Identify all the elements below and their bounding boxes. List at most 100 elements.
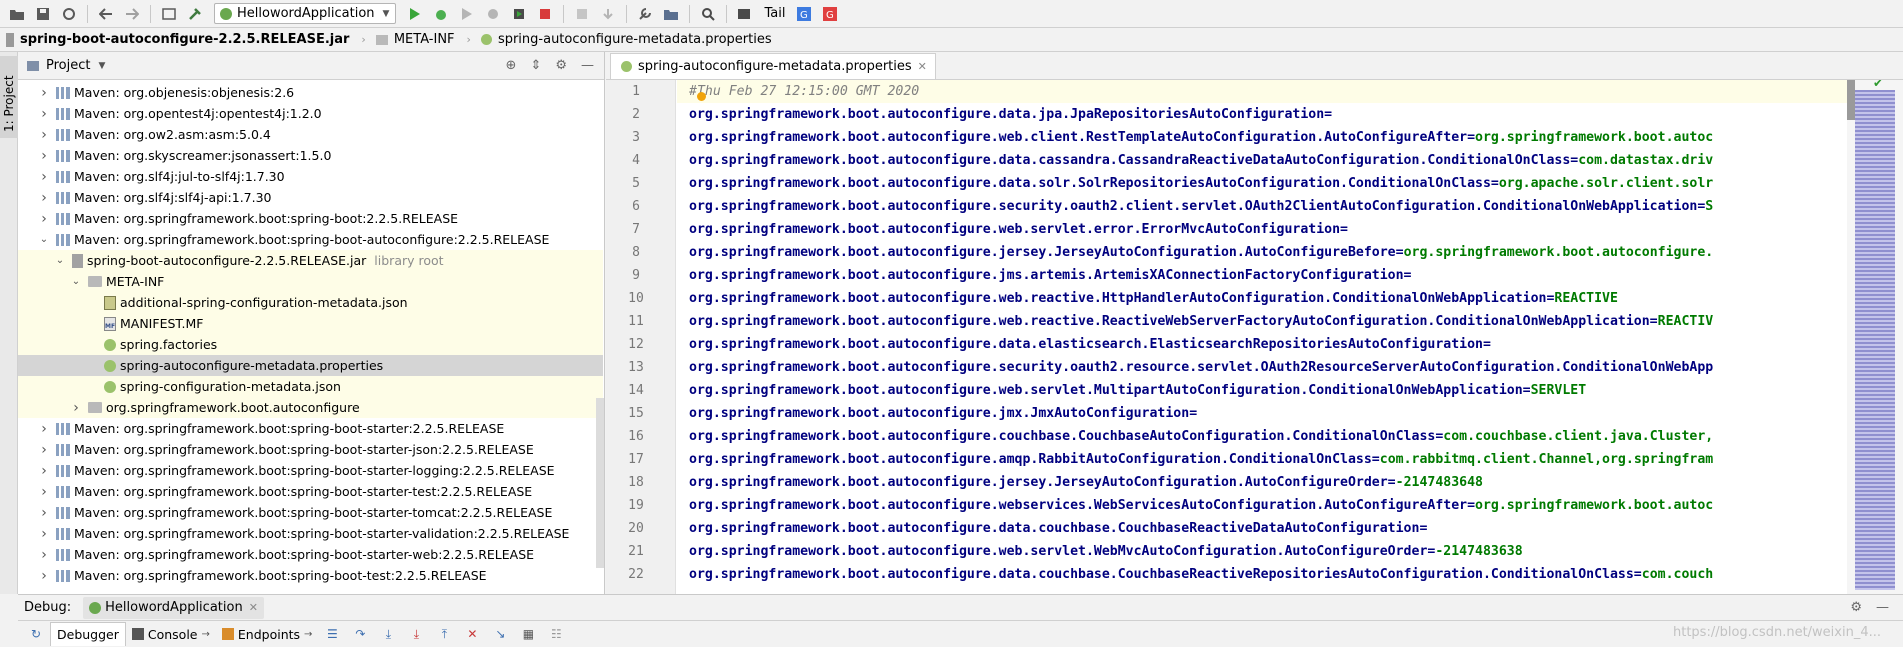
code-line[interactable]: org.springframework.boot.autoconfigure.a… (677, 448, 1855, 471)
minimap[interactable] (1855, 90, 1895, 590)
attach-debugger-icon[interactable] (509, 4, 529, 24)
chevron-down-icon[interactable]: ⌄ (54, 255, 66, 266)
code-line[interactable]: org.springframework.boot.autoconfigure.w… (677, 218, 1855, 241)
locate-target-icon[interactable]: ⊕ (506, 58, 517, 73)
tree-item[interactable]: ⌄ META-INF (18, 271, 603, 292)
project-panel-title[interactable]: Project (46, 58, 90, 73)
run-icon[interactable] (405, 4, 425, 24)
code-line[interactable]: org.springframework.boot.autoconfigure.j… (677, 471, 1855, 494)
step-out-icon[interactable]: ⤒ (436, 626, 452, 642)
tree-item[interactable]: › Maven: org.ow2.asm:asm:5.0.4 (18, 124, 603, 145)
build-hammer-icon[interactable] (185, 4, 205, 24)
close-icon[interactable]: ✕ (918, 60, 927, 73)
code-line[interactable]: org.springframework.boot.autoconfigure.d… (677, 103, 1855, 126)
tree-item[interactable]: › Maven: org.skyscreamer:jsonassert:1.5.0 (18, 145, 603, 166)
tree-item[interactable]: › Maven: org.slf4j:jul-to-slf4j:1.7.30 (18, 166, 603, 187)
intention-bulb-icon[interactable] (697, 92, 706, 101)
profile-icon[interactable] (483, 4, 503, 24)
debug-session-tab[interactable]: HellowordApplication ✕ (83, 596, 264, 619)
code-line[interactable]: org.springframework.boot.autoconfigure.d… (677, 172, 1855, 195)
open-folder-icon[interactable] (7, 4, 27, 24)
project-tool-tab[interactable]: 1: Project (0, 56, 18, 138)
tree-item[interactable]: MF MANIFEST.MF (18, 313, 603, 334)
code-line[interactable]: org.springframework.boot.autoconfigure.s… (677, 195, 1855, 218)
hide-panel-icon[interactable]: — (1876, 600, 1889, 615)
chevron-right-icon[interactable]: › (38, 526, 50, 542)
gear-icon[interactable]: ⚙ (1850, 600, 1862, 615)
settings-wrench-icon[interactable] (635, 4, 655, 24)
update-project-icon[interactable] (572, 4, 592, 24)
code-line[interactable]: org.springframework.boot.autoconfigure.j… (677, 402, 1855, 425)
commit-icon[interactable] (598, 4, 618, 24)
tree-item[interactable]: › Maven: org.springframework.boot:spring-… (18, 502, 603, 523)
tree-item[interactable]: › Maven: org.springframework.boot:spring-… (18, 460, 603, 481)
tree-item[interactable]: › Maven: org.springframework.boot:spring-… (18, 544, 603, 565)
code-line[interactable]: #Thu Feb 27 12:15:00 GMT 2020 (677, 80, 1855, 103)
tree-item[interactable]: ⌄ Maven: org.springframework.boot:spring-… (18, 229, 603, 250)
tree-item[interactable]: spring-autoconfigure-metadata.properties (18, 355, 603, 376)
collapse-all-icon[interactable]: ⇕ (530, 58, 541, 73)
chevron-right-icon[interactable]: › (38, 211, 50, 227)
chevron-right-icon[interactable]: › (38, 568, 50, 584)
drop-frame-icon[interactable]: ✕ (464, 626, 480, 642)
chevron-right-icon[interactable]: › (38, 421, 50, 437)
editor-scrollbar[interactable] (1847, 80, 1855, 120)
project-structure-icon[interactable] (159, 4, 179, 24)
chevron-down-icon[interactable]: ⌄ (70, 276, 82, 287)
chevron-right-icon[interactable]: › (38, 484, 50, 500)
rerun-icon[interactable]: ↻ (28, 626, 44, 642)
project-structure-folder-icon[interactable] (661, 4, 681, 24)
code-line[interactable]: org.springframework.boot.autoconfigure.c… (677, 425, 1855, 448)
force-step-into-icon[interactable]: ⤓ (408, 626, 424, 642)
tree-item[interactable]: › Maven: org.slf4j:slf4j-api:1.7.30 (18, 187, 603, 208)
step-over-icon[interactable]: ↷ (352, 626, 368, 642)
project-scrollbar[interactable] (596, 398, 604, 568)
chevron-right-icon[interactable]: › (38, 127, 50, 143)
forward-icon[interactable] (122, 4, 142, 24)
breadcrumb-item-meta-inf[interactable]: META-INF (375, 32, 455, 47)
chevron-down-icon[interactable]: ▼ (98, 61, 105, 71)
chevron-right-icon[interactable]: › (38, 85, 50, 101)
search-icon[interactable] (698, 4, 718, 24)
tab-debugger[interactable]: Debugger (50, 622, 126, 646)
back-icon[interactable] (96, 4, 116, 24)
chevron-down-icon[interactable]: ⌄ (38, 234, 50, 245)
tab-endpoints[interactable]: Endpoints → (216, 622, 319, 646)
code-editor[interactable]: 1 2 3 4 5 6 7 8 9 10 11 12 13 14 15 16 17 18 19 20 21 22 #Thu… (606, 80, 1903, 594)
breadcrumb-item-jar[interactable]: spring-boot-autoconfigure-2.2.5.RELEASE.… (6, 32, 349, 47)
tree-item[interactable]: › Maven: org.springframework.boot:spring-… (18, 208, 603, 229)
code-line[interactable]: org.springframework.boot.autoconfigure.j… (677, 264, 1855, 287)
code-line[interactable]: org.springframework.boot.autoconfigure.d… (677, 333, 1855, 356)
tree-item[interactable]: › Maven: org.objenesis:objenesis:2.6 (18, 82, 603, 103)
code-line[interactable]: org.springframework.boot.autoconfigure.w… (677, 379, 1855, 402)
run-configuration-select[interactable]: HellowordApplication ▼ (214, 3, 397, 24)
step-into-icon[interactable]: ⤓ (380, 626, 396, 642)
run-coverage-icon[interactable] (457, 4, 477, 24)
chevron-right-icon[interactable]: › (38, 442, 50, 458)
gear-icon[interactable]: ⚙ (555, 58, 567, 73)
chevron-right-icon[interactable]: › (38, 547, 50, 563)
tree-item[interactable]: › Maven: org.springframework.boot:spring-… (18, 481, 603, 502)
code-line[interactable]: org.springframework.boot.autoconfigure.w… (677, 287, 1855, 310)
stop-icon[interactable] (535, 4, 555, 24)
editor-tab-properties[interactable]: spring-autoconfigure-metadata.properties… (610, 53, 936, 79)
tab-console[interactable]: Console → (126, 622, 216, 646)
code-line[interactable]: org.springframework.boot.autoconfigure.w… (677, 494, 1855, 517)
save-all-icon[interactable] (33, 4, 53, 24)
tree-item[interactable]: spring-configuration-metadata.json (18, 376, 603, 397)
tree-item[interactable]: additional-spring-configuration-metadata… (18, 292, 603, 313)
chevron-right-icon[interactable]: › (38, 169, 50, 185)
breadcrumb-item-file[interactable]: spring-autoconfigure-metadata.properties (480, 32, 772, 47)
tree-item[interactable]: › Maven: org.springframework.boot:spring-… (18, 418, 603, 439)
tree-item[interactable]: ⌄ spring-boot-autoconfigure-2.2.5.RELEASE… (18, 250, 603, 271)
code-line[interactable]: org.springframework.boot.autoconfigure.w… (677, 310, 1855, 333)
terminal-icon[interactable] (735, 4, 755, 24)
tree-item[interactable]: › org.springframework.boot.autoconfigure (18, 397, 603, 418)
code-line[interactable]: org.springframework.boot.autoconfigure.w… (677, 540, 1855, 563)
tree-item[interactable]: › Maven: org.springframework.boot:spring-… (18, 439, 603, 460)
menu-lines-icon[interactable]: ☰ (324, 626, 340, 642)
code-line[interactable]: org.springframework.boot.autoconfigure.d… (677, 149, 1855, 172)
translate-alt-icon[interactable]: G (820, 4, 840, 24)
run-to-cursor-icon[interactable]: ↘ (492, 626, 508, 642)
tree-item[interactable]: › Maven: org.springframework.boot:spring-… (18, 565, 603, 586)
